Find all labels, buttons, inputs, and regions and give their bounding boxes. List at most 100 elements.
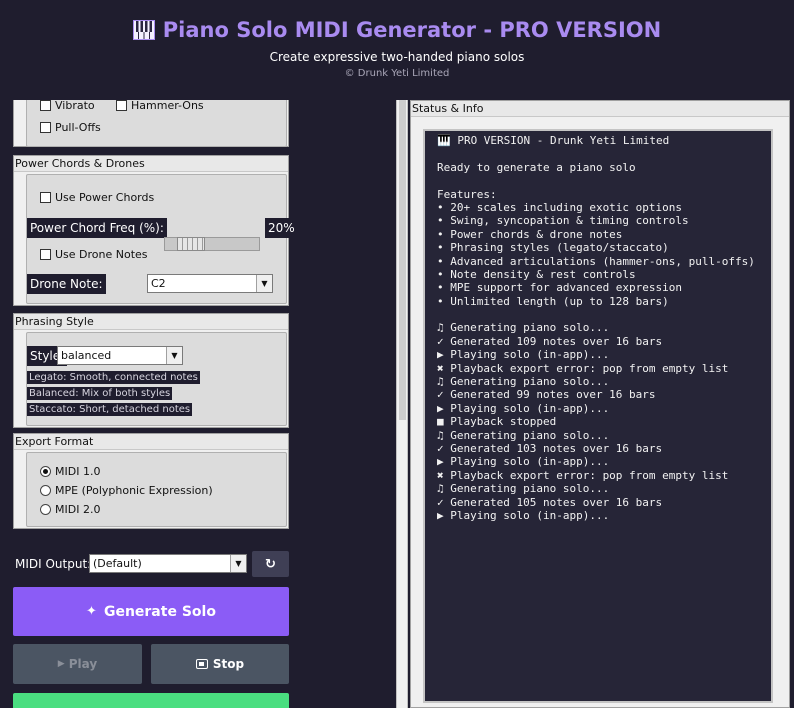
log-line: ♫ Generating piano solo... — [437, 428, 610, 442]
midi-output-select[interactable]: (Default) ▼ — [89, 554, 247, 573]
mpe-dot[interactable] — [40, 485, 51, 496]
stop-icon — [195, 659, 208, 669]
vibrato-label: Vibrato — [55, 100, 95, 112]
log-line: • Power chords & drone notes — [437, 227, 623, 241]
log-line: ✓ Generated 105 notes over 16 bars — [437, 495, 663, 509]
hammer-ons-checkbox[interactable]: Hammer-Ons — [116, 100, 204, 112]
log-line: ▶ Playing solo (in-app)... — [437, 508, 610, 522]
power-chords-inner: Use Power Chords Power Chord Freq (%): 2… — [26, 174, 298, 304]
use-drone-notes-box[interactable] — [40, 249, 51, 260]
slider-thumb[interactable] — [177, 237, 205, 251]
vibrato-box[interactable] — [40, 100, 51, 111]
midi-2-radio[interactable]: MIDI 2.0 — [40, 503, 100, 516]
power-chord-freq-value: 20% — [265, 218, 298, 238]
log-line: ✓ Generated 103 notes over 16 bars — [437, 441, 663, 455]
log-line: ♫ Generating piano solo... — [437, 375, 610, 389]
log-line: ✓ Generated 99 notes over 16 bars — [437, 388, 656, 402]
midi-1-dot[interactable] — [40, 466, 51, 477]
log-line: • Advanced articulations (hammer-ons, pu… — [437, 254, 755, 268]
log-line: Features: — [437, 187, 497, 201]
log-line: ▶ Playing solo (in-app)... — [437, 401, 610, 415]
drone-note-value: C2 — [151, 277, 166, 290]
articulations-inner: Vibrato Hammer-Ons Pull-Offs — [26, 100, 287, 147]
log-line: ▶ Playing solo (in-app)... — [437, 348, 610, 362]
log-line: • Note density & rest controls — [437, 267, 636, 281]
use-drone-notes-checkbox[interactable]: Use Drone Notes — [40, 248, 148, 261]
midi-output-row: MIDI Output: (Default) ▼ ↻ — [13, 551, 289, 577]
hammer-ons-label: Hammer-Ons — [131, 100, 204, 112]
drone-note-select[interactable]: C2 ▼ — [147, 274, 273, 293]
settings-panel: Vibrato Hammer-Ons Pull-Offs Power Chord… — [0, 100, 396, 708]
log-line: ■ Playback stopped — [437, 415, 557, 429]
midi-2-dot[interactable] — [40, 504, 51, 515]
pull-offs-box[interactable] — [40, 122, 51, 133]
log-line: • Phrasing styles (legato/staccato) — [437, 241, 669, 255]
status-log[interactable]: 🎹 PRO VERSION - Drunk Yeti Limited Ready … — [423, 129, 773, 703]
chevron-down-icon[interactable]: ▼ — [230, 555, 246, 572]
export-format-group: Export Format MIDI 1.0 MPE (Polyphonic E… — [13, 433, 289, 529]
midi-output-label: MIDI Output: — [15, 557, 92, 571]
midi-2-label: MIDI 2.0 — [55, 503, 101, 516]
power-chord-freq-slider[interactable] — [164, 237, 260, 251]
midi-output-value: (Default) — [93, 557, 142, 570]
log-line: ♫ Generating piano solo... — [437, 321, 610, 335]
play-icon: ▶ — [57, 659, 65, 669]
power-chord-freq-label: Power Chord Freq (%): — [27, 218, 167, 238]
hint-staccato: Staccato: Short, detached notes — [27, 403, 193, 416]
refresh-button[interactable]: ↻ — [252, 551, 289, 577]
chevron-down-icon[interactable]: ▼ — [256, 275, 272, 292]
phrasing-style-inner: Style: balanced ▼ Legato: Smooth, connec… — [26, 332, 287, 426]
vibrato-checkbox[interactable]: Vibrato — [40, 100, 95, 112]
log-line: 🎹 PRO VERSION - Drunk Yeti Limited — [437, 134, 670, 147]
log-line: ✓ Generated 109 notes over 16 bars — [437, 334, 663, 348]
hammer-ons-box[interactable] — [116, 100, 127, 111]
use-power-chords-checkbox[interactable]: Use Power Chords — [40, 191, 154, 204]
log-line: Ready to generate a piano solo — [437, 160, 636, 174]
phrasing-style-title: Phrasing Style — [14, 314, 288, 330]
generate-solo-label: Generate Solo — [103, 603, 216, 620]
hint-balanced: Balanced: Mix of both styles — [27, 387, 173, 400]
generate-solo-button[interactable]: ✦ Generate Solo — [13, 587, 289, 636]
status-title: Status & Info — [411, 101, 789, 117]
log-line: • Unlimited length (up to 128 bars) — [437, 294, 669, 308]
refresh-icon: ↻ — [265, 556, 276, 572]
settings-scrollbar[interactable] — [396, 100, 408, 708]
app-subtitle: Create expressive two-handed piano solos — [269, 50, 525, 64]
pull-offs-label: Pull-Offs — [55, 121, 101, 134]
use-power-chords-box[interactable] — [40, 192, 51, 203]
piano-icon — [132, 20, 155, 45]
stop-button[interactable]: Stop — [151, 644, 289, 684]
copyright: © Drunk Yeti Limited — [344, 68, 450, 79]
mpe-label: MPE (Polyphonic Expression) — [55, 484, 213, 497]
log-line: ✖ Playback export error: pop from empty … — [437, 468, 729, 482]
pull-offs-checkbox[interactable]: Pull-Offs — [40, 121, 101, 134]
midi-1-label: MIDI 1.0 — [55, 465, 101, 478]
style-select[interactable]: balanced ▼ — [57, 346, 183, 365]
status-panel: Status & Info 🎹 PRO VERSION - Drunk Yeti… — [410, 100, 790, 708]
green-action-button[interactable] — [13, 693, 289, 708]
power-chords-title: Power Chords & Drones — [14, 156, 288, 172]
play-button[interactable]: ▶ Play — [13, 644, 142, 684]
scrollbar-thumb[interactable] — [399, 100, 406, 420]
articulations-group: Vibrato Hammer-Ons Pull-Offs — [13, 100, 289, 147]
play-label: Play — [68, 657, 98, 671]
export-format-title: Export Format — [14, 434, 288, 450]
chevron-down-icon[interactable]: ▼ — [166, 347, 182, 364]
drone-note-label: Drone Note: — [27, 274, 106, 294]
app-title-text: Piano Solo MIDI Generator - PRO VERSION — [162, 18, 662, 42]
log-line: ♫ Generating piano solo... — [437, 482, 610, 496]
app-title: Piano Solo MIDI Generator - PRO VERSION — [0, 18, 794, 45]
log-line: • 20+ scales including exotic options — [437, 200, 683, 214]
export-format-inner: MIDI 1.0 MPE (Polyphonic Expression) MID… — [26, 452, 287, 527]
stop-label: Stop — [212, 657, 245, 671]
mpe-radio[interactable]: MPE (Polyphonic Expression) — [40, 484, 213, 497]
log-line: ▶ Playing solo (in-app)... — [437, 455, 610, 469]
midi-1-radio[interactable]: MIDI 1.0 — [40, 465, 100, 478]
power-chords-group: Power Chords & Drones Use Power Chords P… — [13, 155, 298, 306]
hint-legato: Legato: Smooth, connected notes — [27, 371, 200, 384]
log-line: • Swing, syncopation & timing controls — [437, 214, 689, 228]
use-power-chords-label: Use Power Chords — [55, 191, 155, 204]
